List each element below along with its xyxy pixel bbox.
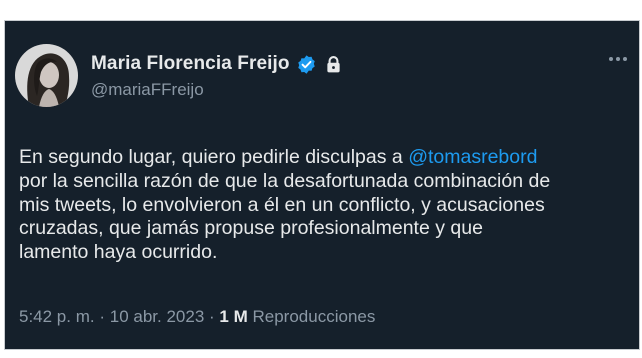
more-options-icon[interactable] bbox=[607, 51, 629, 67]
views-count: 1 M bbox=[219, 307, 248, 326]
mention-link[interactable]: @tomasrebord bbox=[408, 146, 537, 168]
profile-photo bbox=[15, 44, 78, 107]
tweet-text-line: por la sencilla razón de que la desafort… bbox=[19, 169, 551, 192]
verified-badge-icon[interactable] bbox=[296, 54, 317, 75]
views-label: Reproducciones bbox=[252, 307, 376, 326]
tweet-text-line: lamento haya ocurrido. bbox=[19, 241, 218, 264]
tweet-text: En segundo lugar, quiero pedirle disculp… bbox=[19, 146, 634, 265]
tweet-time[interactable]: 5:42 p. m. bbox=[19, 307, 95, 326]
tweet-card: Maria Florencia Freijo @mariaFFreijo En … bbox=[4, 20, 640, 350]
meta-separator: · bbox=[209, 307, 215, 326]
meta-separator: · bbox=[99, 307, 106, 326]
lock-icon bbox=[323, 54, 344, 75]
author-handle[interactable]: @mariaFFreijo bbox=[91, 80, 204, 100]
tweet-text-line: En segundo lugar, quiero pedirle disculp… bbox=[19, 146, 634, 170]
author-display-name[interactable]: Maria Florencia Freijo bbox=[91, 53, 290, 75]
tweet-date[interactable]: 10 abr. 2023 bbox=[110, 307, 205, 326]
tweet-text-line: cruzadas, que jamás propuse profesionalm… bbox=[19, 217, 483, 240]
tweet-meta: 5:42 p. m. · 10 abr. 2023 · 1 M Reproduc… bbox=[19, 307, 375, 327]
author-name-row: Maria Florencia Freijo bbox=[91, 51, 344, 77]
avatar[interactable] bbox=[15, 44, 78, 107]
tweet-text-segment: En segundo lugar, quiero pedirle disculp… bbox=[19, 146, 409, 168]
tweet-text-line: mis tweets, lo envolvieron a él en un co… bbox=[19, 193, 545, 216]
